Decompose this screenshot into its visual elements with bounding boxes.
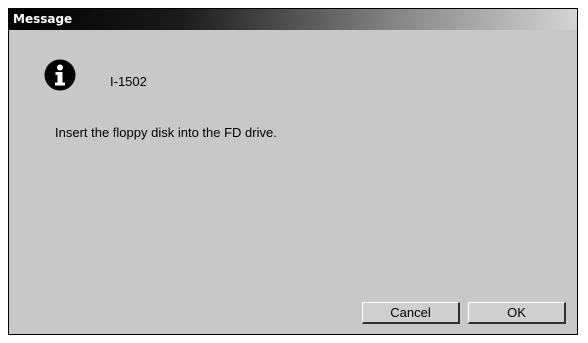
message-text: Insert the floppy disk into the FD drive…	[55, 125, 277, 140]
window-title: Message	[13, 12, 73, 26]
message-dialog: Message I-1502 Insert the floppy disk in…	[8, 8, 578, 335]
info-icon	[44, 59, 76, 91]
cancel-button[interactable]: Cancel	[362, 302, 460, 324]
title-bar[interactable]: Message	[9, 9, 577, 30]
ok-button[interactable]: OK	[468, 302, 566, 324]
message-code: I-1502	[110, 74, 147, 89]
